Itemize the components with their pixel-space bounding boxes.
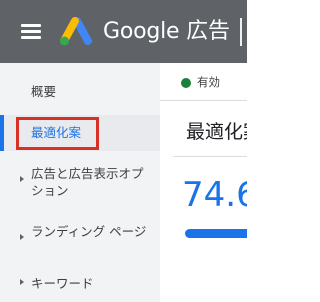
card-divider (173, 156, 247, 157)
optimization-score-bar (185, 229, 247, 238)
highlight-annotation-box (16, 117, 99, 150)
expand-arrow-icon[interactable] (20, 234, 24, 240)
sidebar-item-label: ランディング ページ (31, 224, 147, 239)
status-bar: 有効 (160, 63, 247, 101)
sidebar-item-label: 広告と広告表示オプション (31, 166, 144, 198)
sidebar-item-label: キーワード (31, 276, 94, 291)
product-name: Google 広告 (103, 19, 230, 44)
page-title: 最適化案 (186, 121, 247, 143)
main-content: 有効 最適化案 74.6% (160, 63, 247, 302)
sidebar-item-ads-and-extensions[interactable]: 広告と広告表示オプション (0, 163, 160, 203)
active-indicator (0, 115, 4, 151)
hamburger-menu-icon[interactable] (21, 22, 43, 40)
sidebar-item-overview[interactable]: 概要 (0, 81, 160, 103)
sidebar-item-keywords[interactable]: キーワード (0, 274, 160, 296)
sidebar-nav: 概要 最適化案 広告と広告表示オプション ランディング ページ キーワード (0, 63, 160, 302)
sidebar-item-landing-pages[interactable]: ランディング ページ (0, 221, 160, 261)
optimization-score: 74.6% (182, 175, 247, 215)
sidebar-item-label: 概要 (31, 84, 57, 99)
status-label[interactable]: 有効 (197, 74, 220, 90)
status-dot-icon (181, 78, 191, 88)
expand-arrow-icon[interactable] (20, 176, 24, 182)
expand-arrow-icon[interactable] (20, 279, 24, 285)
google-ads-logo-icon[interactable] (59, 17, 93, 47)
header-divider (240, 18, 242, 46)
top-app-bar: Google 広告 (0, 0, 247, 63)
